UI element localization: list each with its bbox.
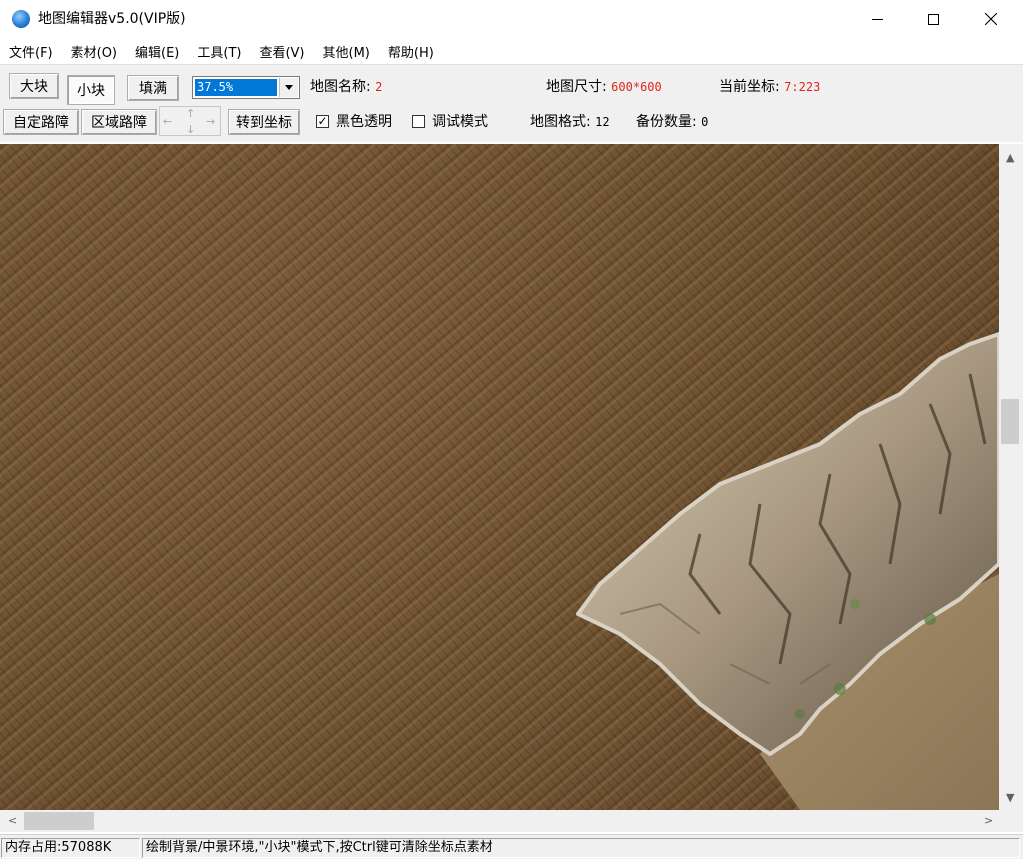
memory-status: 内存占用:57088K <box>1 838 140 858</box>
backup-count-info: 备份数量: 0 <box>636 113 708 131</box>
status-bar: 内存占用:57088K 绘制背景/中景环境,"小块"模式下,按Ctrl键可清除坐… <box>0 834 1023 859</box>
debug-mode-checkbox[interactable] <box>412 115 425 128</box>
globe-icon <box>12 10 30 28</box>
hint-status: 绘制背景/中景环境,"小块"模式下,按Ctrl键可清除坐标点素材 <box>142 838 1020 858</box>
map-format-value: 12 <box>595 115 610 129</box>
map-name-label: 地图名称: <box>310 79 371 95</box>
map-format-label: 地图格式: <box>530 114 591 130</box>
menu-other[interactable]: 其他(M) <box>314 38 379 64</box>
scroll-corner <box>999 810 1023 832</box>
chevron-down-icon <box>285 85 293 90</box>
map-name-value: 2 <box>375 80 383 94</box>
backup-count-value: 0 <box>701 115 709 129</box>
goto-coord-button[interactable]: 转到坐标 <box>228 109 300 135</box>
close-icon <box>985 13 997 25</box>
black-transparent-checkbox[interactable]: ✓ <box>316 115 329 128</box>
menu-edit[interactable]: 编辑(E) <box>126 38 188 64</box>
arrow-left-icon[interactable]: ← <box>163 116 172 127</box>
horizontal-scroll-thumb[interactable] <box>24 812 94 830</box>
arrow-right-icon[interactable]: → <box>206 116 215 127</box>
big-block-button[interactable]: 大块 <box>9 73 59 99</box>
map-size-info: 地图尺寸: 600*600 <box>546 78 662 96</box>
minimize-button[interactable] <box>854 0 900 38</box>
scroll-up-icon[interactable]: ▲ <box>1006 152 1014 163</box>
fill-button[interactable]: 填满 <box>127 75 179 101</box>
vertical-scrollbar[interactable]: ▲ ▼ <box>999 144 1023 810</box>
vertical-scroll-thumb[interactable] <box>1001 399 1019 444</box>
window-title: 地图编辑器v5.0(VIP版) <box>38 11 186 27</box>
map-size-label: 地图尺寸: <box>546 79 607 95</box>
current-coord-label: 当前坐标: <box>719 79 780 95</box>
map-name-info: 地图名称: 2 <box>310 78 382 96</box>
maximize-icon <box>927 13 939 25</box>
minimize-icon <box>871 18 883 20</box>
current-coord-value: 7:223 <box>784 80 821 94</box>
menu-file[interactable]: 文件(F) <box>0 38 62 64</box>
area-obstacle-button[interactable]: 区域路障 <box>81 109 157 135</box>
direction-pad[interactable]: ← ↑ ↓ → <box>159 106 221 136</box>
menu-bar: 文件(F) 素材(O) 编辑(E) 工具(T) 查看(V) 其他(M) 帮助(H… <box>0 38 1023 64</box>
zoom-select[interactable]: 37.5% <box>192 76 300 99</box>
small-block-button[interactable]: 小块 <box>67 75 115 105</box>
menu-help[interactable]: 帮助(H) <box>379 38 443 64</box>
menu-material[interactable]: 素材(O) <box>62 38 126 64</box>
rock-cliff-terrain <box>576 332 999 810</box>
black-transparent-label[interactable]: 黑色透明 <box>336 113 392 131</box>
scroll-right-icon[interactable]: > <box>984 815 993 826</box>
dropdown-button[interactable] <box>279 78 298 97</box>
close-button[interactable] <box>968 0 1014 38</box>
scroll-left-icon[interactable]: < <box>8 815 17 826</box>
map-size-value: 600*600 <box>611 80 662 94</box>
current-coord-info: 当前坐标: 7:223 <box>719 78 820 96</box>
horizontal-scrollbar[interactable]: < > <box>0 810 999 832</box>
backup-count-label: 备份数量: <box>636 114 697 130</box>
zoom-value: 37.5% <box>195 79 277 96</box>
menu-tools[interactable]: 工具(T) <box>188 38 250 64</box>
title-bar: 地图编辑器v5.0(VIP版) <box>0 0 1023 38</box>
map-format-info: 地图格式: 12 <box>530 113 610 131</box>
arrow-up-icon[interactable]: ↑ <box>186 108 195 119</box>
map-canvas[interactable] <box>0 144 999 810</box>
menu-view[interactable]: 查看(V) <box>250 38 313 64</box>
maximize-button[interactable] <box>910 0 956 38</box>
scroll-down-icon[interactable]: ▼ <box>1006 792 1014 803</box>
arrow-down-icon[interactable]: ↓ <box>186 124 195 135</box>
debug-mode-label[interactable]: 调试模式 <box>432 113 488 131</box>
custom-obstacle-button[interactable]: 自定路障 <box>3 109 79 135</box>
